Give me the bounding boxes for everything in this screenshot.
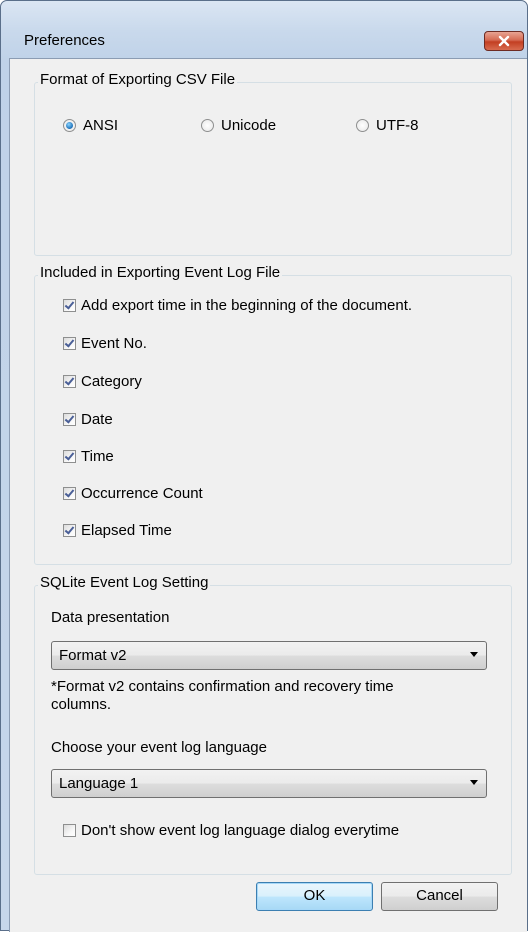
data-presentation-label: Data presentation: [51, 609, 170, 626]
csv-format-group: [34, 82, 512, 256]
checkbox-add-export-time-label[interactable]: Add export time in the beginning of the …: [81, 297, 412, 315]
radio-utf8-label[interactable]: UTF-8: [376, 117, 419, 135]
checkbox-time[interactable]: [63, 450, 76, 463]
dialog-client-area: Format of Exporting CSV File ANSI Unicod…: [9, 58, 527, 932]
csv-format-group-title: Format of Exporting CSV File: [38, 71, 238, 89]
data-presentation-dropdown[interactable]: Format v2: [51, 641, 487, 670]
close-button[interactable]: [484, 31, 524, 51]
checkbox-event-no-label[interactable]: Event No.: [81, 335, 147, 353]
close-icon: [498, 35, 510, 47]
checkbox-occurrence-count-label[interactable]: Occurrence Count: [81, 485, 203, 503]
checkbox-elapsed-time-label[interactable]: Elapsed Time: [81, 522, 172, 540]
data-presentation-value: Format v2: [59, 647, 127, 664]
radio-ansi-label[interactable]: ANSI: [83, 117, 118, 135]
radio-unicode[interactable]: [201, 119, 214, 132]
checkbox-occurrence-count[interactable]: [63, 487, 76, 500]
format-note-line1: *Format v2 contains confirmation and rec…: [51, 678, 394, 695]
checkbox-category-label[interactable]: Category: [81, 373, 142, 391]
chevron-down-icon: [470, 780, 478, 785]
event-log-language-label: Choose your event log language: [51, 739, 267, 756]
event-log-language-value: Language 1: [59, 775, 139, 792]
checkbox-category[interactable]: [63, 375, 76, 388]
radio-utf8[interactable]: [356, 119, 369, 132]
event-log-language-dropdown[interactable]: Language 1: [51, 769, 487, 798]
checkbox-time-label[interactable]: Time: [81, 448, 114, 466]
checkbox-date[interactable]: [63, 413, 76, 426]
format-note-line2: columns.: [51, 696, 112, 713]
event-log-export-group-title: Included in Exporting Event Log File: [38, 264, 283, 282]
checkbox-dont-show-language-dialog[interactable]: [63, 824, 76, 837]
checkbox-add-export-time[interactable]: [63, 299, 76, 312]
checkbox-elapsed-time[interactable]: [63, 524, 76, 537]
checkbox-dont-show-language-dialog-label[interactable]: Don't show event log language dialog eve…: [81, 822, 399, 840]
sqlite-settings-group-title: SQLite Event Log Setting: [38, 574, 211, 592]
window-title: Preferences: [24, 32, 105, 49]
radio-unicode-label[interactable]: Unicode: [221, 117, 276, 135]
checkbox-date-label[interactable]: Date: [81, 411, 113, 429]
title-bar[interactable]: Preferences: [1, 1, 527, 51]
checkbox-event-no[interactable]: [63, 337, 76, 350]
chevron-down-icon: [470, 652, 478, 657]
preferences-dialog: Preferences Format of Exporting CSV File…: [0, 0, 528, 932]
cancel-button[interactable]: Cancel: [381, 882, 498, 911]
radio-ansi[interactable]: [63, 119, 76, 132]
ok-button[interactable]: OK: [256, 882, 373, 911]
